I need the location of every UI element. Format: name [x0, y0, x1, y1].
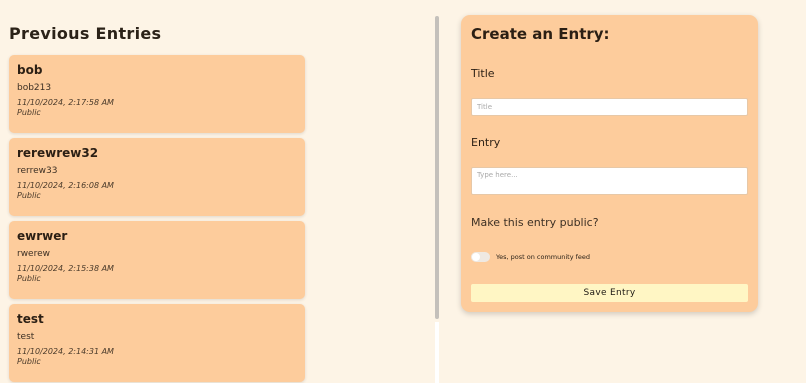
previous-entries-heading: Previous Entries	[9, 24, 162, 43]
previous-entries-panel: Previous Entries bob bob213 11/10/2024, …	[0, 0, 432, 383]
public-toggle-row[interactable]: Yes, post on community feed	[471, 251, 590, 263]
public-question: Make this entry public?	[471, 216, 599, 229]
entry-title: test	[17, 312, 44, 326]
title-input[interactable]	[471, 98, 748, 116]
entries-list: bob bob213 11/10/2024, 2:17:58 AM Public…	[9, 55, 305, 383]
entry-date: 11/10/2024, 2:14:31 AM	[17, 347, 114, 356]
entry-title: bob	[17, 63, 43, 77]
title-label: Title	[471, 67, 495, 80]
entry-card[interactable]: ewrwer rwerew 11/10/2024, 2:15:38 AM Pub…	[9, 221, 305, 299]
entry-date: 11/10/2024, 2:16:08 AM	[17, 181, 114, 190]
entry-date: 11/10/2024, 2:15:38 AM	[17, 264, 114, 273]
create-entry-form: Create an Entry: Title Entry Make this e…	[461, 15, 758, 312]
entry-visibility: Public	[17, 357, 41, 366]
scrollbar-thumb[interactable]	[435, 16, 439, 319]
scrollbar-gap	[435, 322, 439, 383]
entry-visibility: Public	[17, 274, 41, 283]
entry-body: rerrew33	[17, 166, 58, 176]
entry-card[interactable]: rerewrew32 rerrew33 11/10/2024, 2:16:08 …	[9, 138, 305, 216]
entry-label: Entry	[471, 136, 501, 149]
entry-body: bob213	[17, 83, 52, 93]
entry-visibility: Public	[17, 191, 41, 200]
entry-title: ewrwer	[17, 229, 68, 243]
entry-body: test	[17, 332, 35, 342]
toggle-label: Yes, post on community feed	[496, 253, 591, 261]
entry-textarea[interactable]	[471, 167, 748, 195]
entry-visibility: Public	[17, 108, 41, 117]
entry-date: 11/10/2024, 2:17:58 AM	[17, 98, 114, 107]
save-entry-button[interactable]: Save Entry	[471, 284, 748, 302]
entry-body: rwerew	[17, 249, 50, 259]
public-toggle[interactable]	[471, 252, 490, 262]
form-heading: Create an Entry:	[471, 25, 610, 43]
entry-card[interactable]: bob bob213 11/10/2024, 2:17:58 AM Public	[9, 55, 305, 133]
entry-title: rerewrew32	[17, 146, 99, 160]
toggle-knob	[472, 253, 480, 261]
entry-card[interactable]: test test 11/10/2024, 2:14:31 AM Public	[9, 304, 305, 382]
